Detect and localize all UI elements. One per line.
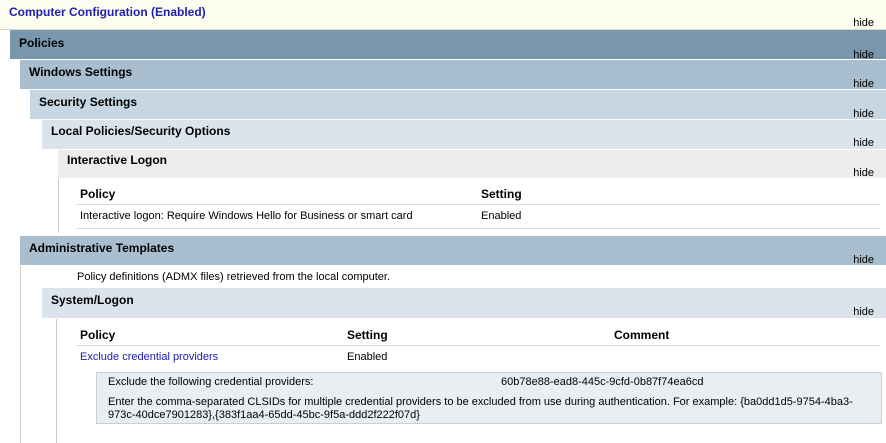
tree-guide-line	[56, 319, 57, 443]
policy-detail-panel: Exclude the following credential provide…	[96, 372, 882, 424]
local-policies-title: Local Policies/Security Options	[51, 124, 231, 138]
computer-configuration-header: Computer Configuration (Enabled) hide	[0, 0, 886, 30]
interactive-logon-header: Interactive Logon hide	[58, 150, 886, 179]
hide-system-logon-link[interactable]: hide	[853, 306, 874, 318]
policies-header: Policies hide	[10, 30, 886, 61]
administrative-templates-header: Administrative Templates hide	[20, 236, 886, 266]
setting-column-header: Setting	[347, 328, 388, 342]
policy-setting: Enabled	[347, 351, 388, 363]
policy-column-header: Policy	[80, 187, 116, 201]
table-row: Interactive logon: Require Windows Hello…	[76, 205, 880, 227]
policies-title: Policies	[19, 36, 65, 50]
system-logon-header: System/Logon hide	[42, 288, 886, 319]
table-row-divider	[76, 228, 880, 229]
tree-guide-line	[20, 266, 21, 443]
hide-interactive-logon-link[interactable]: hide	[853, 167, 874, 179]
detail-label: Exclude the following credential provide…	[108, 376, 314, 388]
exclude-credential-providers-link[interactable]: Exclude credential providers	[80, 351, 218, 363]
computer-configuration-title: Computer Configuration (Enabled)	[9, 5, 206, 19]
detail-value: 60b78e88-ead8-445c-9cfd-0b87f74ea6cd	[501, 376, 704, 388]
setting-column-header: Setting	[481, 187, 522, 201]
local-policies-header: Local Policies/Security Options hide	[42, 120, 886, 150]
comment-column-header: Comment	[614, 328, 670, 342]
hide-windows-settings-link[interactable]: hide	[853, 78, 874, 90]
security-settings-title: Security Settings	[39, 95, 138, 109]
windows-settings-title: Windows Settings	[29, 65, 133, 79]
detail-help-text: Enter the comma-separated CLSIDs for mul…	[108, 396, 853, 421]
system-logon-title: System/Logon	[51, 293, 134, 307]
administrative-templates-title: Administrative Templates	[29, 241, 175, 255]
security-settings-header: Security Settings hide	[30, 90, 886, 120]
table-row: Exclude credential providers Enabled	[76, 346, 880, 368]
admx-description: Policy definitions (ADMX files) retrieve…	[77, 271, 391, 283]
windows-settings-header: Windows Settings hide	[20, 60, 886, 90]
hide-local-policies-link[interactable]: hide	[853, 137, 874, 149]
policy-setting: Enabled	[481, 210, 522, 222]
policy-column-header: Policy	[80, 328, 116, 342]
hide-administrative-templates-link[interactable]: hide	[853, 254, 874, 266]
interactive-logon-title: Interactive Logon	[67, 153, 168, 167]
tree-guide-line	[58, 179, 59, 233]
hide-computer-configuration-link[interactable]: hide	[853, 17, 874, 29]
hide-security-settings-link[interactable]: hide	[853, 108, 874, 120]
policy-name: Interactive logon: Require Windows Hello…	[80, 210, 413, 222]
